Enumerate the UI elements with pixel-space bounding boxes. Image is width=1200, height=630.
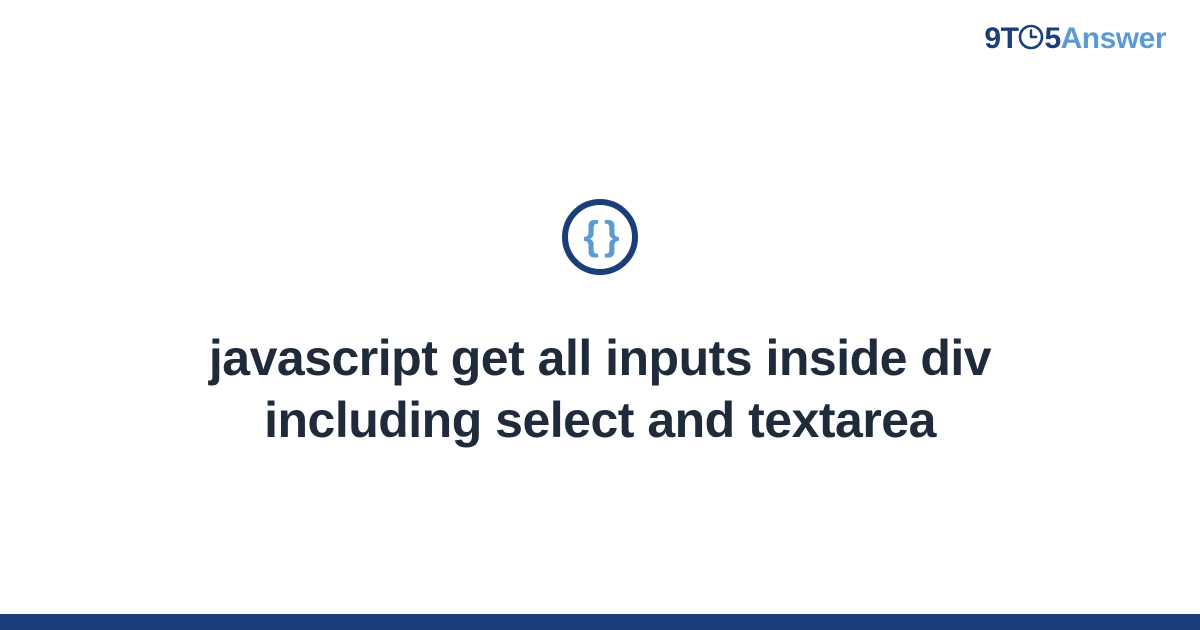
- code-braces-icon: { }: [583, 216, 616, 256]
- main-content: { } javascript get all inputs inside div…: [0, 0, 1200, 630]
- footer-accent-bar: [0, 614, 1200, 630]
- page-title: javascript get all inputs inside div inc…: [100, 327, 1100, 451]
- category-icon-circle: { }: [562, 199, 638, 275]
